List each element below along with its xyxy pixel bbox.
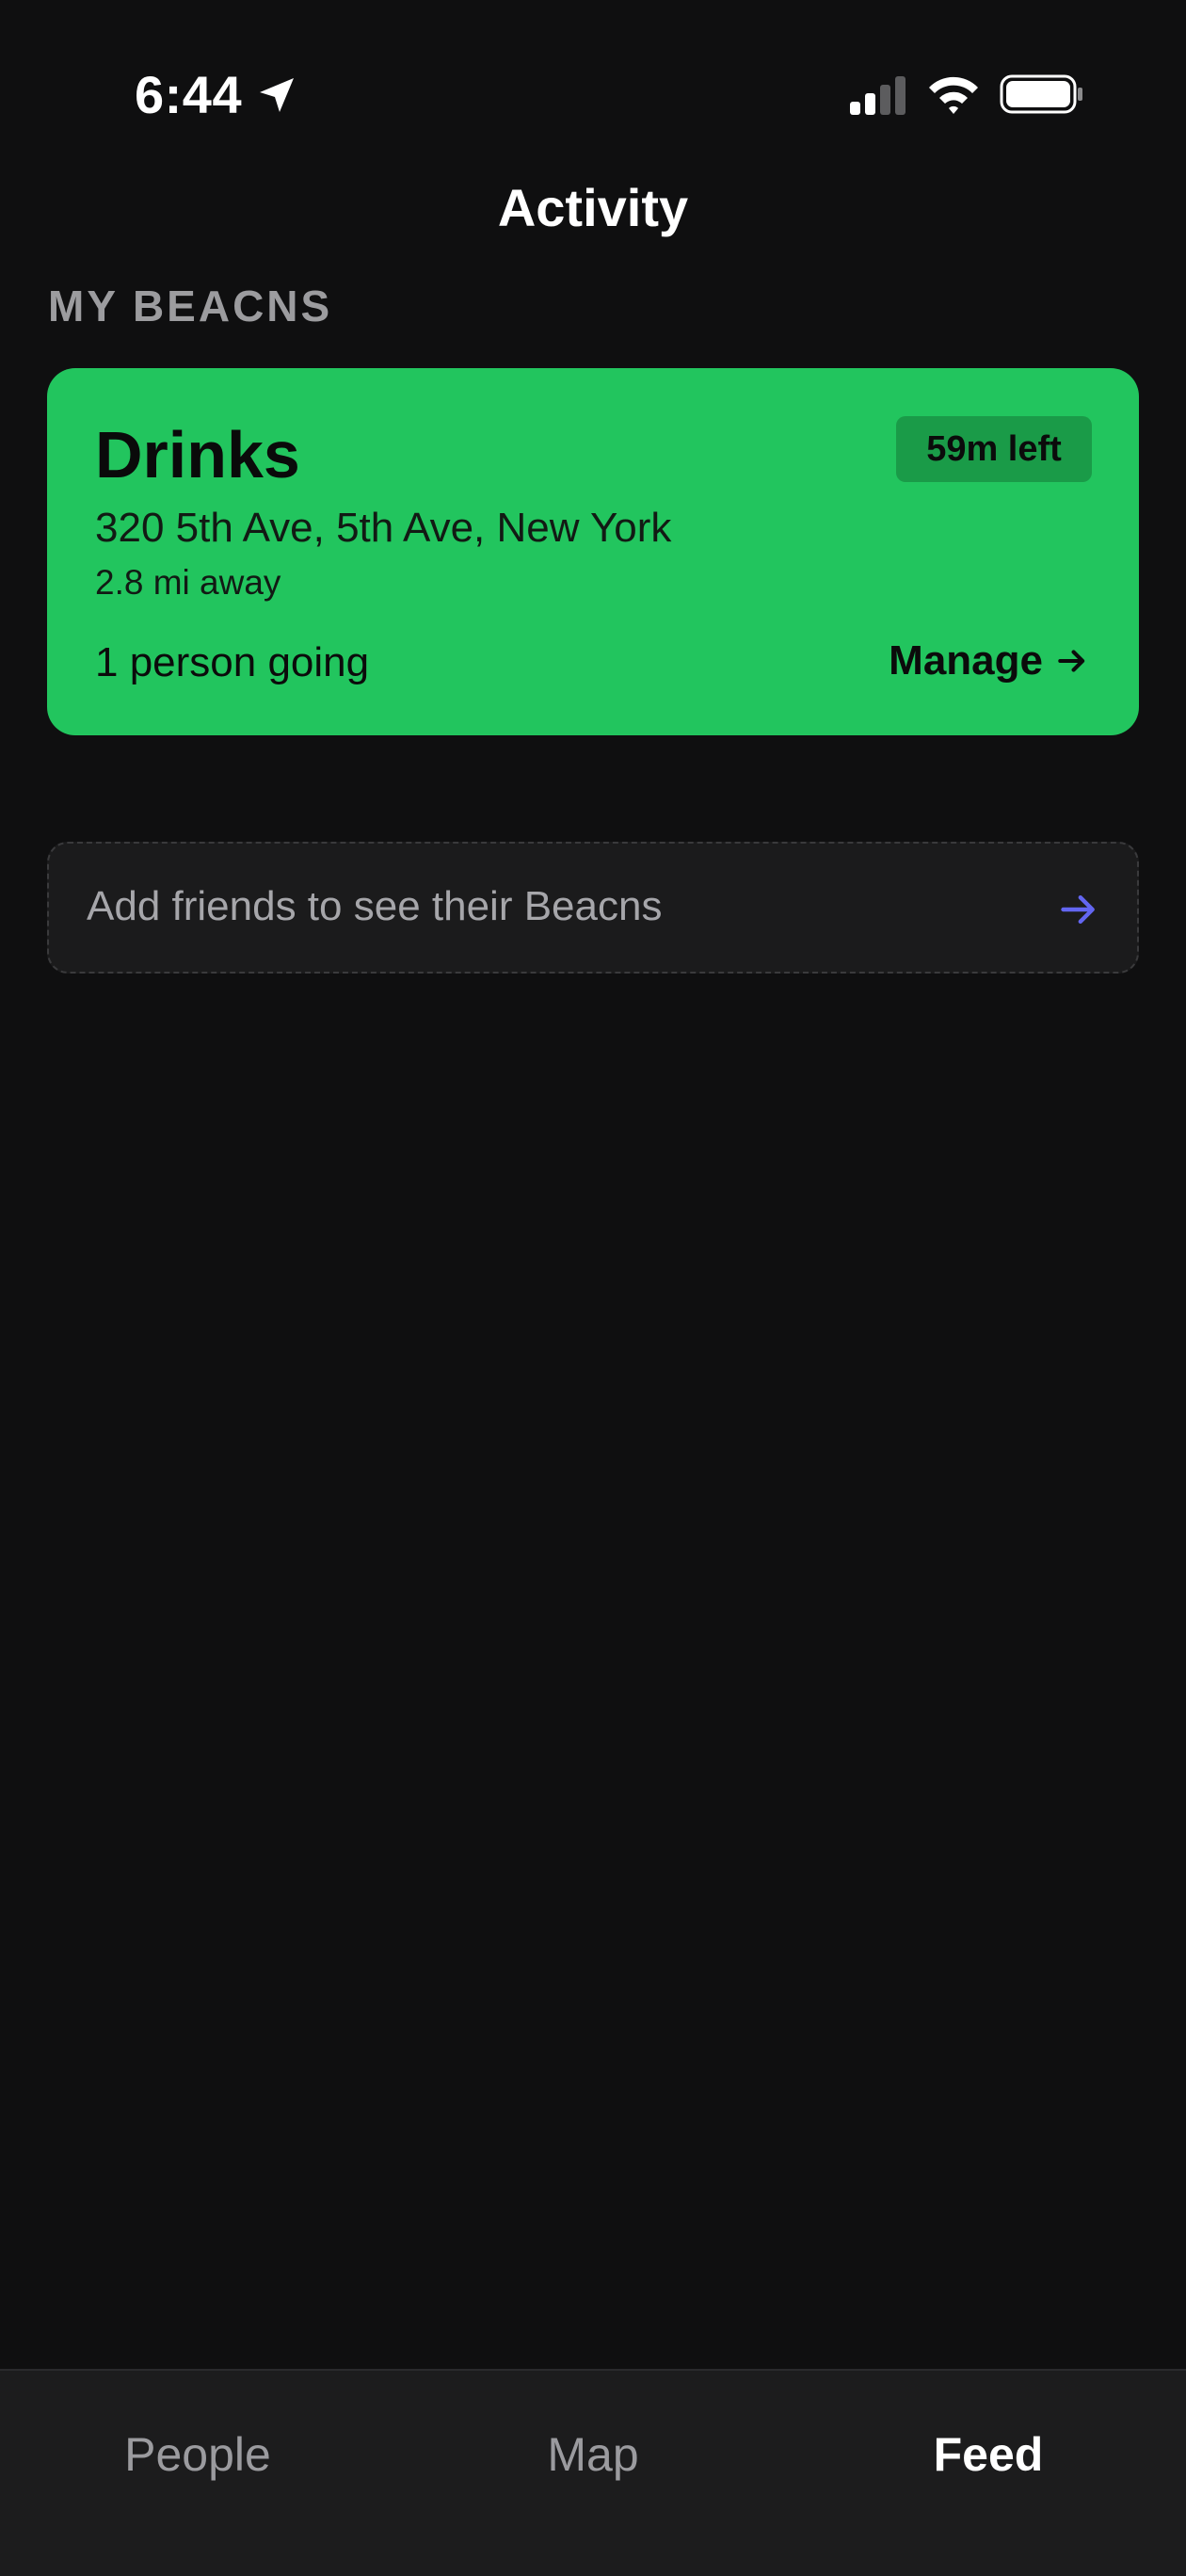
cellular-signal-icon [850, 76, 906, 115]
wifi-icon [929, 76, 978, 114]
my-beacons-section-label: MY BEACNS [48, 282, 333, 330]
arrow-right-icon [1058, 650, 1085, 672]
tab-people[interactable]: People [56, 2427, 339, 2482]
location-arrow-icon [260, 78, 294, 112]
status-time: 6:44 [135, 65, 243, 124]
status-bar: 6:44 [0, 0, 1186, 188]
add-friends-prompt[interactable]: Add friends to see their Beacns [47, 842, 1139, 974]
manage-label: Manage [889, 637, 1043, 684]
time-left-badge: 59m left [896, 416, 1092, 482]
beacon-address: 320 5th Ave, 5th Ave, New York [95, 505, 672, 551]
going-count: 1 person going [95, 639, 370, 685]
beacon-title: Drinks [95, 418, 300, 491]
tab-bar: People Map Feed [0, 2369, 1186, 2576]
beacon-card[interactable]: Drinks 59m left 320 5th Ave, 5th Ave, Ne… [47, 368, 1139, 735]
tab-map[interactable]: Map [452, 2427, 734, 2482]
activity-screen: 6:44 Activity MY BEACNS Drinks 59m left … [0, 0, 1186, 2576]
tab-feed[interactable]: Feed [847, 2427, 1130, 2482]
battery-icon [1000, 74, 1082, 114]
arrow-right-icon [1061, 894, 1095, 925]
beacon-distance: 2.8 mi away [95, 563, 281, 602]
add-friends-text: Add friends to see their Beacns [87, 883, 663, 929]
manage-button[interactable]: Manage [889, 637, 1090, 684]
page-title: Activity [497, 178, 689, 237]
